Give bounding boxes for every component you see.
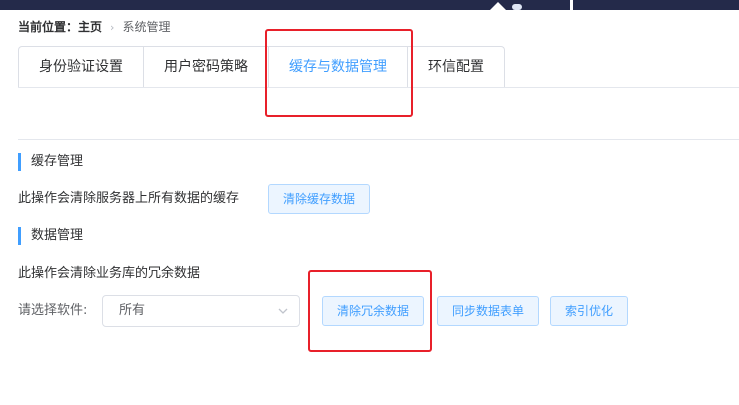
tab-auth-settings[interactable]: 身份验证设置	[18, 46, 144, 87]
software-select[interactable]: 所有	[102, 295, 300, 327]
chevron-down-icon	[278, 308, 288, 314]
breadcrumb-separator-icon: ›	[110, 21, 115, 34]
cache-section-title: 缓存管理	[18, 153, 83, 171]
data-description: 此操作会清除业务库的冗余数据	[18, 266, 201, 281]
data-section-title: 数据管理	[18, 227, 83, 245]
software-select-value: 所有	[119, 303, 146, 318]
tab-huanxin-config[interactable]: 环信配置	[408, 46, 505, 87]
banner-illustration	[490, 0, 573, 10]
breadcrumb: 当前位置：主页 › 系统管理	[18, 18, 170, 36]
cache-description: 此操作会清除服务器上所有数据的缓存	[18, 191, 240, 206]
active-tab-highlight-box	[265, 29, 413, 117]
content-divider	[18, 139, 739, 140]
software-select-label: 请选择软件:	[18, 303, 88, 318]
clear-cache-button[interactable]: 清除缓存数据	[268, 184, 371, 214]
breadcrumb-current: 系统管理	[122, 20, 171, 34]
breadcrumb-home-link[interactable]: 主页	[78, 20, 102, 34]
breadcrumb-prefix: 当前位置：	[18, 20, 79, 34]
top-banner	[0, 0, 739, 10]
sync-data-form-button[interactable]: 同步数据表单	[437, 296, 540, 326]
settings-tabs: 身份验证设置 用户密码策略 缓存与数据管理 环信配置	[18, 46, 505, 88]
tab-password-policy[interactable]: 用户密码策略	[144, 46, 269, 87]
index-optimize-button[interactable]: 索引优化	[550, 296, 629, 326]
clear-redundant-highlight-box	[308, 270, 432, 352]
